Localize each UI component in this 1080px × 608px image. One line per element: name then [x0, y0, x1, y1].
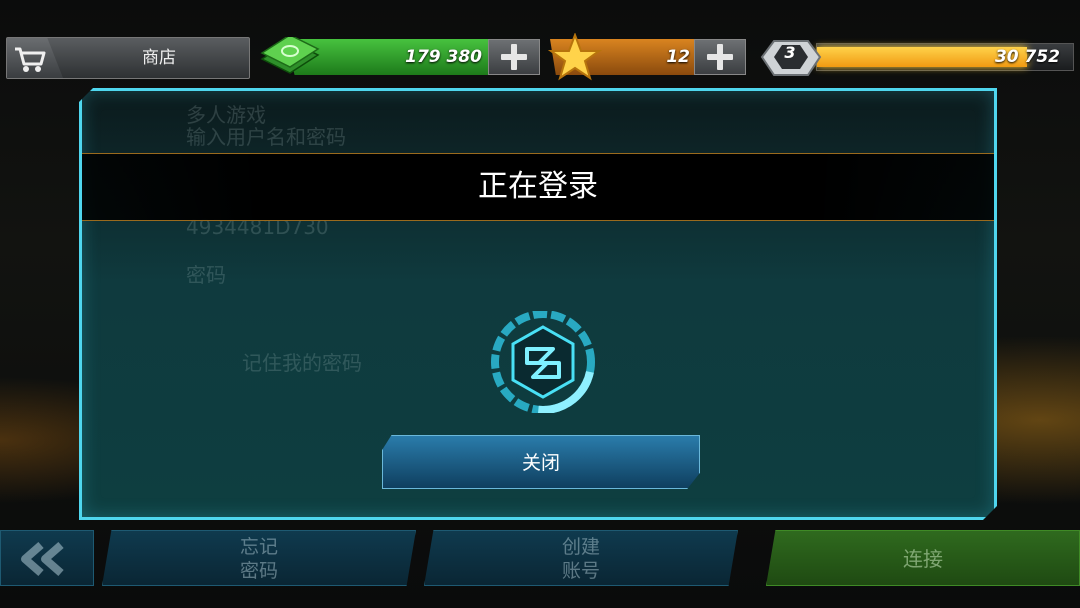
rank-level: 3 — [784, 43, 796, 62]
reputation-value: 30 752 — [994, 47, 1060, 67]
shop-button[interactable]: 商店 — [6, 37, 250, 79]
plus-icon — [501, 44, 527, 70]
shop-label: 商店 — [142, 48, 176, 68]
forgot-password-button[interactable]: 忘记 密码 — [102, 530, 416, 586]
login-dialog: 多人游戏 输入用户名和密码 4934481D730 密码 记住我的密码 正在登录… — [79, 88, 997, 520]
close-button[interactable]: 关闭 — [382, 435, 700, 489]
add-cash-button[interactable] — [488, 39, 540, 75]
cart-icon — [7, 38, 63, 78]
cash-counter: 179 380 — [256, 34, 542, 77]
create-line1: 创建 — [561, 536, 600, 558]
ghost-password-label: 密码 — [186, 263, 226, 287]
forgot-line1: 忘记 — [239, 536, 278, 558]
ghost-remember-label: 记住我的密码 — [242, 351, 362, 375]
star-icon — [547, 32, 603, 85]
top-bar: 商店 179 380 12 3 30 752 — [0, 30, 1080, 82]
add-gold-button[interactable] — [694, 39, 746, 75]
title-band: 正在登录 — [82, 153, 994, 221]
connect-button[interactable]: 连接 — [766, 530, 1080, 586]
bottom-nav: 忘记 密码 创建 账号 连接 — [0, 530, 1080, 590]
double-chevron-left-icon — [21, 541, 64, 577]
cash-icon — [256, 34, 322, 85]
cash-value: 179 380 — [405, 47, 482, 67]
ghost-header-line2: 输入用户名和密码 — [186, 125, 346, 149]
create-account-button[interactable]: 创建 账号 — [424, 530, 738, 586]
gold-counter: 12 — [547, 32, 750, 81]
forgot-line2: 密码 — [239, 560, 278, 582]
create-line2: 账号 — [561, 560, 600, 582]
plus-icon — [707, 44, 733, 70]
back-button[interactable] — [0, 530, 94, 586]
reputation-counter: 3 30 752 — [756, 37, 1074, 77]
loading-spinner-icon — [477, 311, 609, 413]
rank-badge: 3 — [756, 35, 826, 81]
dialog-title: 正在登录 — [478, 169, 598, 204]
gold-value: 12 — [666, 47, 690, 67]
